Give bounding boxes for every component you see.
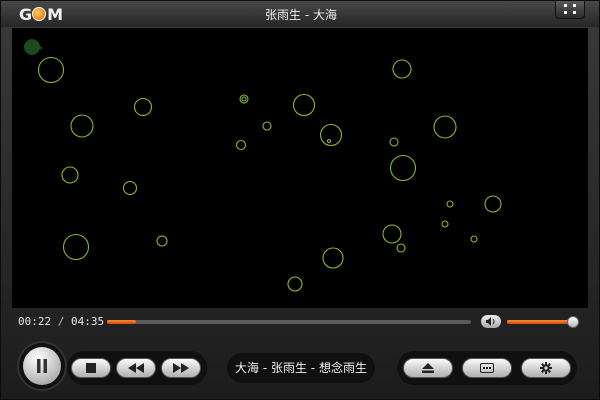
- window-menu-button[interactable]: [555, 1, 585, 19]
- subtitle-button[interactable]: [462, 358, 512, 378]
- rewind-button[interactable]: [116, 358, 156, 378]
- volume-slider[interactable]: [507, 316, 580, 328]
- seek-row: 00:22 / 04:35: [1, 311, 599, 333]
- expand-icon: [564, 4, 576, 14]
- gear-icon: [540, 362, 552, 374]
- pause-icon: [37, 359, 47, 373]
- player-window: GM 张雨生 - 大海 00:22 / 04:35 大海 - 张雨生 - 想念雨…: [0, 0, 600, 400]
- eject-icon: [422, 363, 434, 373]
- control-bar: 大海 - 张雨生 - 想念雨生: [1, 337, 599, 397]
- time-separator: /: [57, 315, 65, 328]
- play-button-ring: [17, 341, 67, 391]
- settings-button[interactable]: [521, 358, 571, 378]
- stop-icon: [86, 363, 96, 373]
- bubbles: [37, 56, 502, 292]
- fast-forward-icon: [173, 363, 189, 373]
- video-area[interactable]: [12, 28, 588, 308]
- volume-level: [507, 320, 574, 324]
- current-time: 00:22: [18, 315, 52, 328]
- transport-group: [67, 351, 207, 385]
- options-group: [397, 351, 577, 385]
- now-playing-label: 大海 - 张雨生 - 想念雨生: [227, 353, 375, 383]
- total-time: 04:35: [71, 315, 105, 328]
- app-logo[interactable]: GM: [19, 5, 63, 24]
- rewind-icon: [128, 363, 144, 373]
- window-title: 张雨生 - 大海: [265, 8, 337, 22]
- eject-button[interactable]: [403, 358, 453, 378]
- seek-progress: [107, 320, 137, 324]
- gom-watermark-icon: [24, 39, 43, 55]
- play-pause-button[interactable]: [23, 347, 61, 385]
- time-display: 00:22 / 04:35: [18, 315, 104, 328]
- seek-bar[interactable]: [107, 320, 471, 324]
- stop-button[interactable]: [71, 358, 111, 378]
- visualizer: [24, 39, 502, 292]
- title-bar[interactable]: GM 张雨生 - 大海: [1, 1, 599, 27]
- volume-knob[interactable]: [567, 316, 580, 328]
- mute-button[interactable]: [481, 315, 501, 328]
- forward-button[interactable]: [161, 358, 201, 378]
- subtitle-icon: [480, 363, 494, 373]
- speaker-icon: [486, 317, 495, 326]
